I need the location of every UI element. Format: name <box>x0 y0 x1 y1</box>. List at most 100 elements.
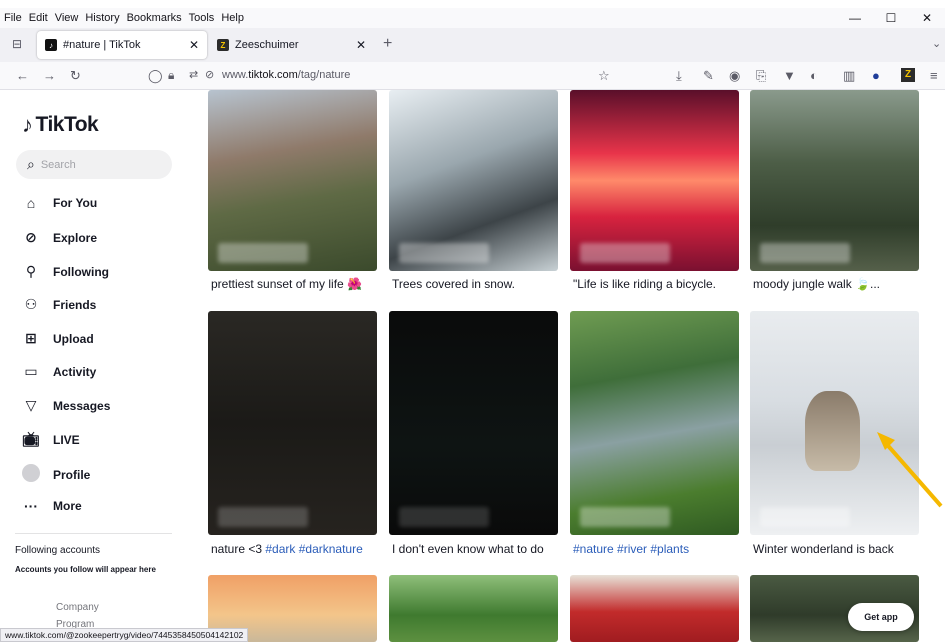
privacy-icon[interactable]: ◐ <box>810 68 818 83</box>
video-caption-2[interactable]: Trees covered in snow. <box>392 277 515 291</box>
footer-company-link[interactable]: Company <box>56 602 99 613</box>
profile-extension-icon[interactable]: ● <box>872 68 880 83</box>
sidebar-item-upload[interactable]: ⊞ Upload <box>22 330 94 347</box>
video-thumbnail-4[interactable] <box>750 90 919 271</box>
following-accounts-subtitle: Accounts you follow will appear here <box>15 565 156 574</box>
sidebar-item-label: Messages <box>53 398 111 413</box>
video-caption-1[interactable]: prettiest sunset of my life 🌺 <box>211 277 362 291</box>
sidebar-item-following[interactable]: ⚲ Following <box>22 263 109 280</box>
video-caption-7[interactable]: #nature #river #plants <box>573 542 689 556</box>
sidebar-item-activity[interactable]: ▭ Activity <box>22 363 96 380</box>
extensions-icon[interactable]: ⎘ <box>756 68 766 84</box>
download-icon[interactable]: ⤓ <box>676 68 682 84</box>
maximize-button[interactable]: ☐ <box>873 8 909 28</box>
forward-icon[interactable]: → <box>43 68 56 83</box>
shield-icon[interactable]: ◯ <box>148 68 163 84</box>
upload-icon: ⊞ <box>25 330 37 346</box>
username-overlay <box>580 507 670 527</box>
tab-title: Zeeschuimer <box>235 39 299 51</box>
more-icon: ··· <box>24 498 38 514</box>
tab-list-icon[interactable]: ⊟ <box>12 37 22 51</box>
sidebar-item-more[interactable]: ··· More <box>22 498 82 514</box>
close-tab-icon[interactable]: ✕ <box>189 38 199 52</box>
video-thumbnail-5[interactable] <box>208 311 377 535</box>
video-caption-4[interactable]: moody jungle walk 🍃... <box>753 277 880 291</box>
sidebar-item-for-you[interactable]: ⌂ For You <box>22 195 97 211</box>
video-caption-8[interactable]: Winter wonderland is back <box>753 542 894 556</box>
sidebar-item-label: Explore <box>53 230 98 245</box>
search-input[interactable]: ⌕ Search <box>16 150 172 179</box>
sidebar-item-label: More <box>53 499 82 513</box>
video-caption-5[interactable]: nature <3 #dark #darknature <box>211 542 363 556</box>
video-thumbnail-6[interactable] <box>389 311 558 535</box>
username-overlay <box>218 507 308 527</box>
menu-view[interactable]: View <box>51 12 82 24</box>
live-icon: 📺︎ <box>22 431 40 447</box>
video-thumbnail-3[interactable] <box>570 90 739 271</box>
menu-help[interactable]: Help <box>217 12 247 24</box>
activity-icon: ▭ <box>24 363 38 379</box>
video-thumbnail-11[interactable] <box>570 575 739 642</box>
search-icon: ⌕ <box>27 156 35 172</box>
pocket-icon[interactable]: ▼ <box>783 68 796 83</box>
video-thumbnail-10[interactable] <box>389 575 558 642</box>
bookmark-star-icon[interactable]: ☆ <box>598 68 610 84</box>
username-overlay <box>399 243 489 263</box>
video-caption-3[interactable]: "Life is like riding a bicycle. <box>573 277 716 291</box>
mute-icon[interactable]: ⊘ <box>205 68 214 81</box>
reload-icon[interactable]: ↻ <box>70 68 81 84</box>
sidebar-item-label: Upload <box>53 331 94 346</box>
messages-icon: ▽ <box>25 397 37 413</box>
account-icon[interactable]: ◉ <box>729 68 740 84</box>
sidebar-item-label: LIVE <box>53 432 80 447</box>
tab-bar: ⊟ ♪ #nature | TikTok ✕ Z Zeeschuimer ✕ +… <box>0 28 945 62</box>
video-caption-6[interactable]: I don't even know what to do <box>392 542 544 556</box>
sidebar-item-label: Activity <box>53 364 97 379</box>
lock-icon[interactable]: 🔒︎ <box>168 68 174 83</box>
tab-tiktok[interactable]: ♪ #nature | TikTok ✕ <box>37 31 207 59</box>
sidebar-item-explore[interactable]: ⊘ Explore <box>22 229 97 246</box>
menu-history[interactable]: History <box>81 12 122 24</box>
new-tab-button[interactable]: + <box>383 35 392 53</box>
menu-bookmarks[interactable]: Bookmarks <box>123 12 185 24</box>
tiktok-note-icon: ♪ <box>22 112 33 137</box>
user-plus-icon: ⚲ <box>25 263 37 279</box>
minimize-button[interactable]: — <box>837 8 873 28</box>
username-overlay <box>399 507 489 527</box>
tab-zeeschuimer[interactable]: Z Zeeschuimer ✕ <box>209 31 374 59</box>
url-bar[interactable]: www.tiktok.com/tag/nature <box>222 69 350 81</box>
menu-bar: File Edit View History Bookmarks Tools H… <box>0 8 945 28</box>
sidebar-item-friends[interactable]: ⚇ Friends <box>22 296 97 313</box>
get-app-button[interactable]: Get app <box>848 603 914 631</box>
menu-file[interactable]: File <box>0 12 25 24</box>
annotation-arrow <box>877 432 943 508</box>
zeeschuimer-extension-icon[interactable]: Z <box>901 68 915 82</box>
sidebar-item-live[interactable]: 📺︎ LIVE <box>22 431 80 448</box>
close-tab-icon[interactable]: ✕ <box>356 38 366 52</box>
home-icon: ⌂ <box>26 195 36 211</box>
video-thumbnail-2[interactable] <box>389 90 558 271</box>
compass-icon: ⊘ <box>25 229 37 245</box>
back-icon[interactable]: ← <box>16 68 29 83</box>
chevron-down-icon[interactable]: ⌄ <box>932 37 941 50</box>
menu-tools[interactable]: Tools <box>185 12 218 24</box>
tools-icon[interactable]: ✎ <box>703 68 714 84</box>
tiktok-logo[interactable]: ♪ TikTok <box>22 112 99 138</box>
sidebar-item-messages[interactable]: ▽ Messages <box>22 397 111 414</box>
menu-edit[interactable]: Edit <box>25 12 51 24</box>
video-thumbnail-7[interactable] <box>570 311 739 535</box>
tiktok-icon: ♪ <box>45 39 57 51</box>
sidebar-item-profile[interactable]: Profile <box>22 464 90 485</box>
username-overlay <box>760 243 850 263</box>
library-icon[interactable]: ▥ <box>843 68 855 84</box>
video-thumbnail-1[interactable] <box>208 90 377 271</box>
menu-icon[interactable]: ≡ <box>930 68 938 83</box>
permissions-icon[interactable]: ⇄ <box>189 68 198 81</box>
close-window-button[interactable]: ✕ <box>909 8 945 28</box>
divider <box>15 533 172 534</box>
zeeschuimer-icon: Z <box>217 39 229 51</box>
scrollbar[interactable] <box>939 90 945 628</box>
navigation-bar: ← → ↻ ◯ 🔒︎ ⇄ ⊘ www.tiktok.com/tag/nature… <box>0 62 945 90</box>
username-overlay <box>580 243 670 263</box>
sidebar: ♪ TikTok ⌕ Search ⌂ For You ⊘ Explore ⚲ Fol… <box>0 90 190 642</box>
